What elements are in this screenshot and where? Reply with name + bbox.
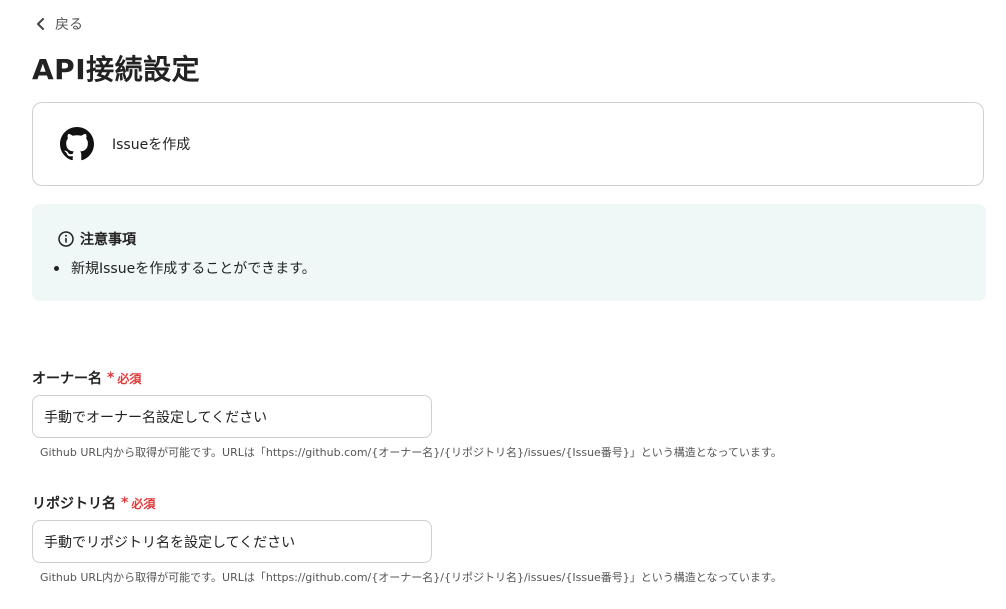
info-icon [58,231,74,247]
notice-box: 注意事項 新規Issueを作成することができます。 [32,204,986,301]
notice-list: 新規Issueを作成することができます。 [52,258,316,278]
owner-name-label: オーナー名 * 必須 [32,368,141,388]
notice-header: 注意事項 [58,229,136,249]
github-icon [60,127,94,161]
notice-item: 新規Issueを作成することができます。 [52,258,316,278]
required-mark: * [107,370,115,386]
action-card[interactable]: Issueを作成 [32,102,984,186]
action-label: Issueを作成 [112,137,191,153]
page-title: API接続設定 [32,53,201,86]
chevron-left-icon [37,18,44,30]
owner-name-input[interactable] [32,395,432,438]
back-link[interactable]: 戻る [36,14,83,34]
required-text: 必須 [131,496,156,511]
notice-item-text: 新規Issueを作成することができます。 [71,261,316,277]
bullet [54,265,59,271]
repository-name-label: リポジトリ名 * 必須 [32,493,155,513]
repository-name-label-text: リポジトリ名 [32,496,116,512]
page: 戻る API接続設定 Issueを作成 注意事項 新規Issueを作成することが… [0,0,1006,609]
notice-title: 注意事項 [80,232,136,248]
back-label: 戻る [55,17,83,33]
owner-name-label-text: オーナー名 [32,371,102,387]
required-text: 必須 [117,371,142,386]
repository-name-input[interactable] [32,520,432,563]
owner-name-help: Github URL内から取得が可能です。URLは「https://github… [40,446,782,459]
required-mark: * [121,495,129,511]
repository-name-help: Github URL内から取得が可能です。URLは「https://github… [40,571,782,584]
